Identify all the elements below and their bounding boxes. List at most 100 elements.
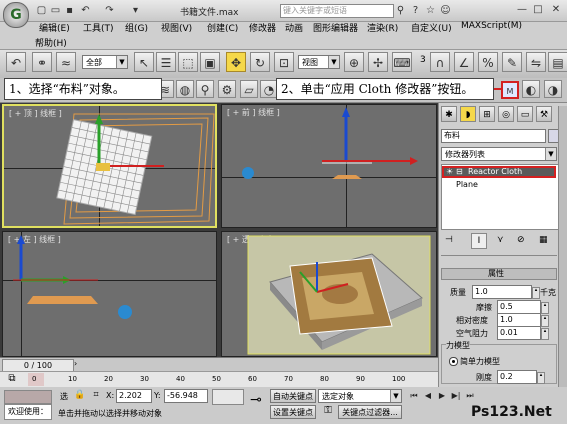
selection-filter-dropdown[interactable]: 全部 ▼ xyxy=(82,55,128,69)
menu-create[interactable]: 创建(C) xyxy=(207,21,238,34)
new-file-icon[interactable]: ▢ xyxy=(36,5,47,16)
y-coordinate-input[interactable]: -56.948 xyxy=(164,389,208,403)
lock-selection-icon[interactable]: 🔒 xyxy=(74,390,86,402)
display-tab-icon[interactable]: ▭ xyxy=(517,106,533,122)
user-icon[interactable]: ☺ xyxy=(440,5,451,16)
next-frame-button-icon[interactable]: ▶| xyxy=(450,390,462,402)
relative-density-input[interactable]: 1.0 xyxy=(497,313,541,327)
plane-icon[interactable]: ▱ xyxy=(240,80,258,98)
apply-cloth-modifier-icon[interactable]: M xyxy=(501,81,519,99)
window-crossing-icon[interactable]: ▣ xyxy=(200,52,220,72)
manipulate-icon[interactable]: ✢ xyxy=(368,52,388,72)
select-and-scale-icon[interactable]: ⊡ xyxy=(274,52,294,72)
x-coordinate-input[interactable]: 2.202 xyxy=(116,389,152,403)
menu-customize[interactable]: 自定义(U) xyxy=(411,21,452,34)
viewport-top[interactable]: [ + 顶 ] 线框 ] xyxy=(2,104,217,228)
menu-maxscript[interactable]: MAXScript(M) xyxy=(461,21,522,31)
expand-icon[interactable]: ⊟ xyxy=(456,168,463,176)
utilities-tab-icon[interactable]: ⚒ xyxy=(536,106,552,122)
key-filters-button[interactable]: 关键点过滤器... xyxy=(338,405,402,419)
modifier-stack-item-plane[interactable]: Plane xyxy=(456,180,478,189)
relative-density-spinner[interactable]: ▴ xyxy=(541,315,549,327)
friction-input[interactable]: 0.5 xyxy=(497,300,541,314)
menu-tools[interactable]: 工具(T) xyxy=(83,21,114,34)
absolute-mode-icon[interactable]: ⌗ xyxy=(90,390,102,402)
snap-toggle-icon[interactable]: ∩ xyxy=(430,52,450,72)
minimize-button[interactable]: — xyxy=(515,3,529,16)
auto-key-button[interactable]: 自动关键点 xyxy=(270,389,316,403)
go-to-end-icon[interactable]: ⏭ xyxy=(464,390,476,402)
search-input[interactable]: 键入关键字或短语 xyxy=(280,4,394,18)
air-resistance-spinner[interactable]: ▴ xyxy=(541,328,549,340)
select-and-rotate-icon[interactable]: ↻ xyxy=(250,52,270,72)
menu-view[interactable]: 视图(V) xyxy=(161,21,192,34)
make-unique-icon[interactable]: ⋎ xyxy=(497,235,504,245)
reference-coord-dropdown[interactable]: 视图 ▼ xyxy=(298,55,340,69)
hierarchy-tab-icon[interactable]: ⊞ xyxy=(479,106,495,122)
lightbulb-icon[interactable]: ☀ xyxy=(446,168,453,176)
project-folder-icon[interactable]: ▾ xyxy=(130,5,141,16)
object-name-field[interactable]: 布料 xyxy=(441,129,546,143)
play-icon[interactable]: ▶ xyxy=(436,390,448,402)
stiffness-input[interactable]: 0.2 xyxy=(497,370,537,384)
selected-object-dropdown[interactable]: 选定对象 ▼ xyxy=(318,389,402,403)
menu-graph-editors[interactable]: 图形编辑器 xyxy=(313,21,358,34)
mirror-icon[interactable]: ⇋ xyxy=(526,52,546,72)
motion-tab-icon[interactable]: ◎ xyxy=(498,106,514,122)
stiffness-spinner[interactable]: ▴ xyxy=(537,372,545,384)
close-button[interactable]: ✕ xyxy=(549,3,563,16)
app-logo[interactable]: G xyxy=(3,2,29,28)
modifier-stack-item-reactor-cloth[interactable]: ☀ ⊟ Reactor Cloth xyxy=(442,166,556,178)
next-frame-icon[interactable]: › xyxy=(74,359,77,368)
menu-help[interactable]: 帮助(H) xyxy=(35,36,67,49)
create-tab-icon[interactable]: ✱ xyxy=(441,106,457,122)
go-to-start-icon[interactable]: ⏮ xyxy=(408,390,420,402)
edit-named-selections-icon[interactable]: ✎ xyxy=(502,52,522,72)
spring-icon[interactable]: ⚲ xyxy=(196,80,214,98)
save-icon[interactable]: ▪ xyxy=(64,5,75,16)
set-key-button[interactable]: 设置关键点 xyxy=(270,405,316,419)
mass-input[interactable]: 1.0 xyxy=(472,285,532,299)
menu-edit[interactable]: 编辑(E) xyxy=(39,21,70,34)
key-icon[interactable]: ⊸ xyxy=(246,392,266,408)
open-file-icon[interactable]: ▭ xyxy=(50,5,61,16)
menu-animation[interactable]: 动画 xyxy=(285,21,303,34)
time-slider-track[interactable]: 0 / 100 › xyxy=(0,357,438,372)
friction-spinner[interactable]: ▴ xyxy=(541,302,549,314)
pivot-center-icon[interactable]: ⊕ xyxy=(344,52,364,72)
viewport-front[interactable]: [ + 前 ] 线框 ] xyxy=(221,104,437,228)
align-icon[interactable]: ▤ xyxy=(548,52,567,72)
star-icon[interactable]: ☆ xyxy=(425,5,436,16)
keyboard-shortcut-icon[interactable]: ⌨ xyxy=(392,52,412,72)
maximize-button[interactable]: □ xyxy=(531,3,545,16)
unlink-icon[interactable]: ≈ xyxy=(56,52,76,72)
gear-icon[interactable]: ⚙ xyxy=(218,80,236,98)
menu-rendering[interactable]: 渲染(R) xyxy=(367,21,398,34)
command-panel-scrollbar[interactable] xyxy=(558,106,567,388)
select-object-icon[interactable]: ↖ xyxy=(134,52,154,72)
show-end-result-icon[interactable]: Ⅰ xyxy=(471,233,487,249)
rect-selection-icon[interactable]: ⬚ xyxy=(178,52,198,72)
maxscript-listener[interactable] xyxy=(4,390,52,404)
remove-modifier-icon[interactable]: ⊘ xyxy=(517,235,525,245)
undo-icon[interactable]: ↶ xyxy=(80,5,91,16)
undo-tool-icon[interactable]: ↶ xyxy=(6,52,26,72)
soft-body-icon[interactable]: ◍ xyxy=(176,80,194,98)
simple-force-radio[interactable] xyxy=(449,357,458,366)
air-resistance-input[interactable]: 0.01 xyxy=(497,326,541,340)
help-icon[interactable]: ? xyxy=(410,5,421,16)
viewport-perspective[interactable]: [ + 透 ] 真实 ] xyxy=(221,231,437,357)
rollout-properties[interactable]: 属性 xyxy=(441,268,557,280)
create-animation-icon[interactable]: ◑ xyxy=(544,80,562,98)
previous-frame-icon[interactable]: ◀ xyxy=(422,390,434,402)
preview-animation-icon[interactable]: ◐ xyxy=(522,80,540,98)
menu-group[interactable]: 组(G) xyxy=(125,21,148,34)
angle-snap-icon[interactable]: ∠ xyxy=(454,52,474,72)
select-and-move-icon[interactable]: ✥ xyxy=(226,52,246,72)
key-mode-icon[interactable]: ⚿ xyxy=(322,405,334,419)
mini-curve-editor-icon[interactable]: ⧉ xyxy=(2,373,22,386)
link-icon[interactable]: ⚭ xyxy=(32,52,52,72)
z-coordinate-input[interactable] xyxy=(212,389,244,405)
select-by-name-icon[interactable]: ☰ xyxy=(156,52,176,72)
redo-icon[interactable]: ↷ xyxy=(104,5,115,16)
